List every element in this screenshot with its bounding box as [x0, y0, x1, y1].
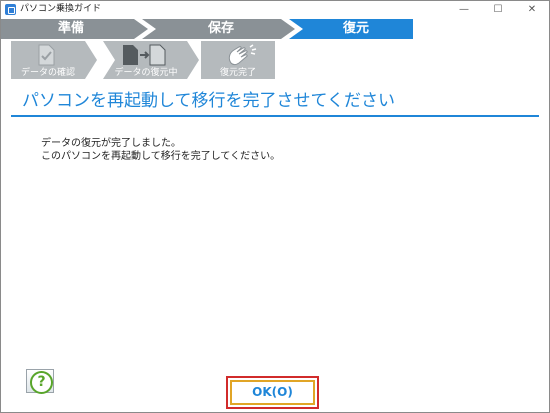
- help-icon: ?: [30, 371, 53, 394]
- substep-restoring: データの復元中: [114, 68, 178, 78]
- step-prepare: 準備: [57, 21, 84, 36]
- message-line-1: データの復元が完了しました。: [41, 138, 181, 149]
- ok-button[interactable]: OK(O): [230, 380, 315, 405]
- substep-complete: 復元完了: [219, 68, 256, 78]
- app-window: パソコン乗換ガイド — ☐ ✕ 準備 保存 復元 データの確認 データの復元中 …: [0, 0, 550, 413]
- title-bar: パソコン乗換ガイド — ☐ ✕: [1, 1, 549, 18]
- clapping-hands-icon: [228, 44, 257, 65]
- step-progress-bar: 準備 保存 復元: [1, 19, 549, 39]
- app-icon: [5, 4, 16, 15]
- step-save: 保存: [207, 21, 234, 36]
- close-button[interactable]: ✕: [515, 1, 549, 18]
- maximize-button[interactable]: ☐: [481, 1, 515, 18]
- step-restore: 復元: [342, 21, 369, 36]
- heading-divider: [11, 115, 539, 117]
- substep-check: データの確認: [20, 68, 75, 78]
- message-line-2: このパソコンを再起動して移行を完了してください。: [41, 151, 281, 162]
- minimize-button[interactable]: —: [447, 1, 481, 18]
- substep-bar: データの確認 データの復元中 復元完了: [1, 39, 549, 81]
- help-button[interactable]: ?: [26, 369, 54, 394]
- document-check-icon: [38, 44, 55, 66]
- document-transfer-icon: [123, 44, 166, 66]
- page-heading: パソコンを再起動して移行を完了させてください: [22, 91, 395, 111]
- window-title: パソコン乗換ガイド: [20, 4, 102, 14]
